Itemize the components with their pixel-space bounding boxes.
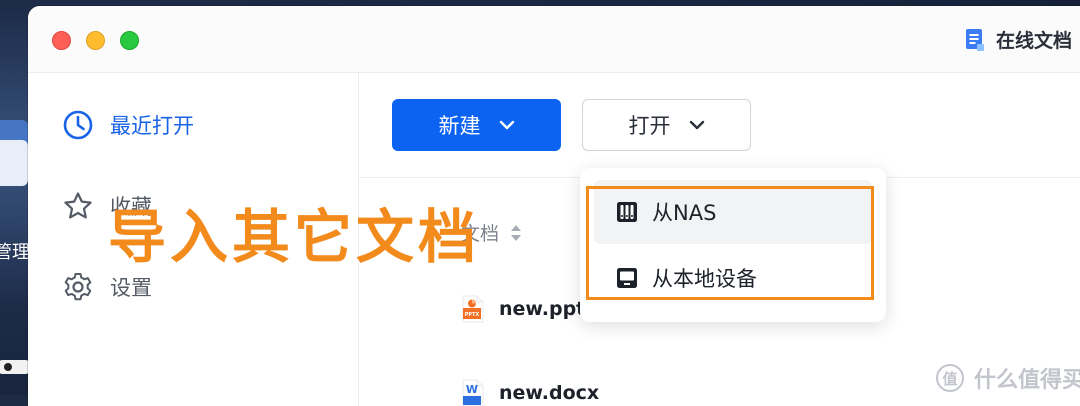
new-button-label: 新建: [438, 114, 481, 138]
menu-item-from-local-device[interactable]: 从本地设备: [594, 246, 872, 310]
zoom-window-button[interactable]: [120, 31, 139, 50]
watermark-text: 什么值得买: [973, 368, 1080, 393]
sort-icon: [511, 224, 522, 241]
close-window-button[interactable]: [52, 31, 71, 50]
sidebar-item-label: 最近打开: [110, 114, 194, 138]
sidebar: 最近打开 收藏 设置: [28, 73, 359, 406]
open-button-label: 打开: [628, 114, 671, 138]
sidebar-item-settings[interactable]: 设置: [62, 271, 152, 303]
monitor-icon: [617, 268, 637, 288]
desktop-app-tile: [0, 140, 28, 186]
file-row[interactable]: PPTX new.pptx: [461, 295, 598, 323]
menu-item-from-nas[interactable]: 从NAS: [594, 180, 872, 244]
nas-icon: [617, 202, 637, 222]
sidebar-item-label: 收藏: [110, 195, 152, 219]
new-document-button[interactable]: 新建: [392, 99, 561, 151]
pptx-file-icon: PPTX: [462, 295, 484, 323]
clock-icon: [63, 110, 93, 140]
app-title: 在线文档: [966, 26, 1072, 53]
column-header-documents[interactable]: 文档: [461, 219, 522, 246]
menu-item-label: 从本地设备: [652, 267, 757, 291]
open-document-button[interactable]: 打开: [582, 99, 751, 151]
svg-text:PPTX: PPTX: [465, 312, 480, 318]
chevron-down-icon: [499, 120, 514, 130]
file-row[interactable]: W new.docx: [461, 379, 599, 406]
svg-text:W: W: [466, 383, 478, 396]
column-header-label: 文档: [461, 223, 500, 245]
document-app-icon: [966, 28, 984, 51]
watermark-badge: 值: [935, 364, 964, 392]
sidebar-item-recent[interactable]: 最近打开: [62, 109, 194, 141]
star-icon: [64, 192, 92, 219]
app-title-text: 在线文档: [996, 30, 1073, 52]
docx-file-icon: W: [462, 379, 484, 406]
gear-icon: [64, 273, 92, 301]
watermark: 值 什么值得买: [935, 362, 1080, 394]
sidebar-item-favorites[interactable]: 收藏: [62, 190, 152, 222]
open-menu-dropdown: 从NAS 从本地设备: [580, 168, 886, 322]
title-bar: 在线文档: [28, 6, 1080, 73]
minimize-window-button[interactable]: [86, 31, 105, 50]
menu-item-label: 从NAS: [652, 201, 717, 225]
desktop-partial-label: 管理: [0, 242, 30, 263]
file-name: new.docx: [499, 382, 600, 404]
app-window: 在线文档 最近打开 收藏 设置 新建 打开 文档 PPTX new.pptx W…: [28, 6, 1080, 406]
chevron-down-icon: [689, 120, 704, 130]
sidebar-item-label: 设置: [110, 276, 152, 300]
